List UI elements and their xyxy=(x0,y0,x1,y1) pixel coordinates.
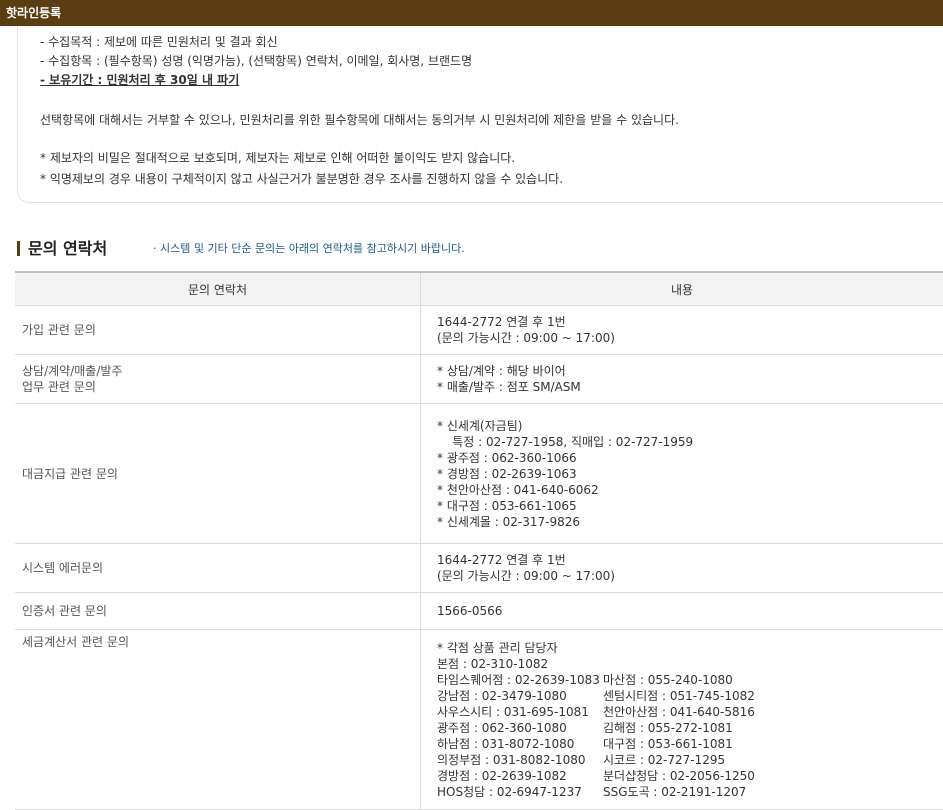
row-content: * 각점 상품 관리 담당자 본점 : 02-310-1082 타임스퀘어점 :… xyxy=(421,630,943,810)
section-description: · 시스템 및 기타 단순 문의는 아래의 연락처를 참고하시기 바랍니다. xyxy=(153,241,465,257)
tax-store: 의정부점 : 031-8082-1080 xyxy=(437,752,603,768)
table-row: 인증서 관련 문의 1566-0566 xyxy=(15,593,943,630)
tax-store: SSG도곡 : 02-2191-1207 xyxy=(603,784,803,800)
window-title: 핫라인등록 xyxy=(6,6,61,20)
contact-section-header: 문의 연락처 · 시스템 및 기타 단순 문의는 아래의 연락처를 참고하시기 … xyxy=(17,238,937,262)
tax-store: 하남점 : 031-8072-1080 xyxy=(437,736,603,752)
tax-store: 타임스퀘어점 : 02-2639-1083 xyxy=(437,672,603,688)
section-title: 문의 연락처 xyxy=(28,238,107,260)
notice-line-anonymous: * 익명제보의 경우 내용이 구체적이지 않고 사실근거가 불분명한 경우 조사… xyxy=(40,171,563,187)
table-row: 상담/계약/매출/발주 업무 관련 문의 * 상담/계약 : 해당 바이어 * … xyxy=(15,355,943,404)
tax-store: 시코르 : 02-727-1295 xyxy=(603,752,803,768)
notice-line-confidential: * 제보자의 비밀은 절대적으로 보호되며, 제보자는 제보로 인해 어떠한 불… xyxy=(40,150,515,166)
row-label: 인증서 관련 문의 xyxy=(15,593,421,630)
tax-store: 천안아산점 : 041-640-5816 xyxy=(603,704,803,720)
row-label: 상담/계약/매출/발주 업무 관련 문의 xyxy=(15,355,421,404)
table-row: 세금계산서 관련 문의 * 각점 상품 관리 담당자 본점 : 02-310-1… xyxy=(15,630,943,810)
contact-table: 문의 연락처 내용 가입 관련 문의 1644-2772 연결 후 1번 (문의… xyxy=(15,271,943,810)
notice-line-items: - 수집항목 : (필수항목) 성명 (익명가능), (선택항목) 연락처, 이… xyxy=(40,53,472,69)
tax-store: HOS청담 : 02-6947-1237 xyxy=(437,784,603,800)
tax-store: 광주점 : 062-360-1080 xyxy=(437,720,603,736)
window-title-bar: 핫라인등록 xyxy=(0,0,943,26)
row-content: 1644-2772 연결 후 1번 (문의 가능시간 : 09:00 ~ 17:… xyxy=(421,544,943,593)
table-header-contact: 문의 연락처 xyxy=(15,272,421,306)
row-content: * 신세계(자금팀) 특정 : 02-727-1958, 직매입 : 02-72… xyxy=(421,404,943,544)
tax-store-grid: 타임스퀘어점 : 02-2639-1083 마산점 : 055-240-1080… xyxy=(437,672,943,800)
table-header-content: 내용 xyxy=(421,272,943,306)
section-marker xyxy=(17,241,20,256)
tax-main-store: 본점 : 02-310-1082 xyxy=(437,656,943,672)
tax-store: 강남점 : 02-3479-1080 xyxy=(437,688,603,704)
tax-store: 대구점 : 053-661-1081 xyxy=(603,736,803,752)
row-content: 1644-2772 연결 후 1번 (문의 가능시간 : 09:00 ~ 17:… xyxy=(421,306,943,355)
table-row: 가입 관련 문의 1644-2772 연결 후 1번 (문의 가능시간 : 09… xyxy=(15,306,943,355)
notice-line-purpose: - 수집목적 : 제보에 따른 민원처리 및 결과 회신 xyxy=(40,34,278,50)
row-label: 세금계산서 관련 문의 xyxy=(15,630,421,810)
tax-store: 분더샵청담 : 02-2056-1250 xyxy=(603,768,803,784)
row-label: 대금지급 관련 문의 xyxy=(15,404,421,544)
tax-store: 사우스시티 : 031-695-1081 xyxy=(437,704,603,720)
tax-store: 경방점 : 02-2639-1082 xyxy=(437,768,603,784)
notice-line-retention: - 보유기간 : 민원처리 후 30일 내 파기 xyxy=(40,72,239,88)
tax-store: 김해점 : 055-272-1081 xyxy=(603,720,803,736)
row-label: 시스템 에러문의 xyxy=(15,544,421,593)
table-row: 시스템 에러문의 1644-2772 연결 후 1번 (문의 가능시간 : 09… xyxy=(15,544,943,593)
privacy-notice-box: - 수집목적 : 제보에 따른 민원처리 및 결과 회신 - 수집항목 : (필… xyxy=(17,26,943,203)
tax-intro: * 각점 상품 관리 담당자 xyxy=(437,640,943,656)
row-content: * 상담/계약 : 해당 바이어 * 매출/발주 : 점포 SM/ASM xyxy=(421,355,943,404)
row-content: 1566-0566 xyxy=(421,593,943,630)
table-header-row: 문의 연락처 내용 xyxy=(15,272,943,306)
notice-line-optional: 선택항목에 대해서는 거부할 수 있으나, 민원처리를 위한 필수항목에 대해서… xyxy=(40,112,679,128)
row-label: 가입 관련 문의 xyxy=(15,306,421,355)
tax-store: 센텀시티점 : 051-745-1082 xyxy=(603,688,803,704)
tax-store: 마산점 : 055-240-1080 xyxy=(603,672,803,688)
table-row: 대금지급 관련 문의 * 신세계(자금팀) 특정 : 02-727-1958, … xyxy=(15,404,943,544)
